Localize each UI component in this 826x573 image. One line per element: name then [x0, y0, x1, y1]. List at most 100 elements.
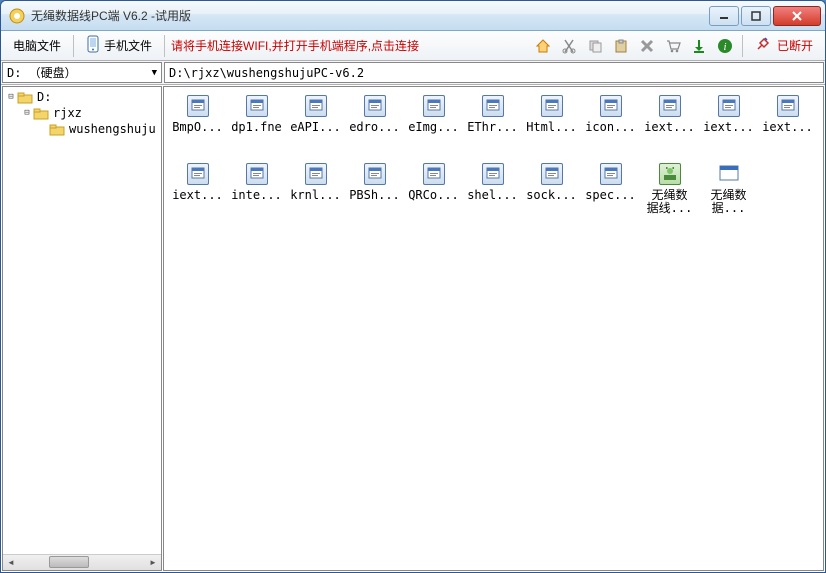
toolbar: 电脑文件 手机文件 请将手机连接WIFI,并打开手机端程序,点击连接 i 已断开: [1, 31, 825, 61]
tree-node-root[interactable]: ⊟ D:: [3, 89, 161, 105]
window-title: 无绳数据线PC端 V6.2 -试用版: [31, 7, 707, 24]
file-label: krnl...: [290, 189, 341, 202]
drive-selected: D: （硬盘）: [7, 64, 77, 81]
separator: [73, 35, 74, 57]
drive-dropdown[interactable]: D: （硬盘） ▼: [2, 62, 162, 83]
tree-label: D:: [37, 90, 51, 104]
file-label: BmpO...: [172, 121, 223, 134]
file-label: dp1.fne: [231, 121, 282, 134]
file-item[interactable]: iext...: [699, 95, 758, 155]
separator: [164, 35, 165, 57]
fne-file-icon: [364, 95, 386, 117]
file-label: iext...: [644, 121, 695, 134]
titlebar[interactable]: 无绳数据线PC端 V6.2 -试用版: [1, 1, 825, 31]
file-item[interactable]: sock...: [522, 163, 581, 223]
file-label: PBSh...: [349, 189, 400, 202]
file-label: edro...: [349, 121, 400, 134]
paste-icon[interactable]: [610, 35, 632, 57]
file-label: QRCo...: [408, 189, 459, 202]
file-label: inte...: [231, 189, 282, 202]
scrollbar-thumb[interactable]: [49, 556, 89, 568]
file-item[interactable]: icon...: [581, 95, 640, 155]
pc-files-tab[interactable]: 电脑文件: [7, 35, 67, 56]
cut-icon[interactable]: [558, 35, 580, 57]
file-item[interactable]: iext...: [640, 95, 699, 155]
home-icon[interactable]: [532, 35, 554, 57]
file-label: iext...: [172, 189, 223, 202]
file-item[interactable]: 无绳数 据线...: [640, 163, 699, 223]
file-label: icon...: [585, 121, 636, 134]
fne-file-icon: [600, 95, 622, 117]
minimize-button[interactable]: [709, 6, 739, 26]
fne-file-icon: [600, 163, 622, 185]
maximize-button[interactable]: [741, 6, 771, 26]
fne-file-icon: [482, 163, 504, 185]
window-controls: [707, 6, 821, 26]
tree-label: wushengshuju: [69, 122, 156, 136]
cart-icon[interactable]: [662, 35, 684, 57]
tree-node-rjxz[interactable]: ⊟ rjxz: [3, 105, 161, 121]
fne-file-icon: [541, 163, 563, 185]
file-item[interactable]: shel...: [463, 163, 522, 223]
file-label: Html...: [526, 121, 577, 134]
download-icon[interactable]: [688, 35, 710, 57]
file-item[interactable]: iext...: [168, 163, 227, 223]
collapse-toggle-icon[interactable]: ⊟: [21, 108, 33, 118]
file-label: EThr...: [467, 121, 518, 134]
file-item[interactable]: PBSh...: [345, 163, 404, 223]
scroll-right-icon[interactable]: ►: [145, 555, 161, 571]
file-label: iext...: [703, 121, 754, 134]
phone-icon: [86, 35, 100, 56]
connection-status[interactable]: 已断开: [749, 34, 819, 57]
file-item[interactable]: eAPI...: [286, 95, 345, 155]
info-icon[interactable]: i: [714, 35, 736, 57]
fne-file-icon: [187, 163, 209, 185]
path-input[interactable]: D:\rjxz\wushengshujuPC-v6.2: [164, 62, 824, 83]
file-label: eImg...: [408, 121, 459, 134]
close-button[interactable]: [773, 6, 821, 26]
tree-node-wushengshuju[interactable]: wushengshuju: [3, 121, 161, 137]
file-label: sock...: [526, 189, 577, 202]
fne-file-icon: [541, 95, 563, 117]
phone-files-label: 手机文件: [104, 37, 152, 54]
application-file-icon: [718, 163, 740, 185]
main-body: ⊟ D: ⊟ rjxz wushengshuju ◄ ►: [1, 85, 825, 572]
fne-file-icon: [482, 95, 504, 117]
scroll-left-icon[interactable]: ◄: [3, 555, 19, 571]
folder-tree[interactable]: ⊟ D: ⊟ rjxz wushengshuju ◄ ►: [2, 86, 162, 571]
phone-files-tab[interactable]: 手机文件: [80, 33, 158, 58]
file-label: shel...: [467, 189, 518, 202]
file-item[interactable]: dp1.fne: [227, 95, 286, 155]
file-item[interactable]: eImg...: [404, 95, 463, 155]
tree-label: rjxz: [53, 106, 82, 120]
file-label: spec...: [585, 189, 636, 202]
plug-icon: [755, 36, 771, 55]
fne-file-icon: [777, 95, 799, 117]
file-item[interactable]: 无绳数 据...: [699, 163, 758, 223]
copy-icon[interactable]: [584, 35, 606, 57]
file-item[interactable]: krnl...: [286, 163, 345, 223]
file-item[interactable]: EThr...: [463, 95, 522, 155]
collapse-toggle-icon[interactable]: ⊟: [5, 92, 17, 102]
file-item[interactable]: edro...: [345, 95, 404, 155]
file-item[interactable]: iext...: [758, 95, 817, 155]
file-item[interactable]: QRCo...: [404, 163, 463, 223]
fne-file-icon: [187, 95, 209, 117]
file-item[interactable]: spec...: [581, 163, 640, 223]
file-item[interactable]: BmpO...: [168, 95, 227, 155]
file-list-pane[interactable]: BmpO... dp1.fne eAPI... edro... eImg... EThr.…: [163, 86, 824, 571]
path-text: D:\rjxz\wushengshujuPC-v6.2: [169, 66, 364, 80]
fne-file-icon: [423, 163, 445, 185]
delete-icon[interactable]: [636, 35, 658, 57]
file-item[interactable]: inte...: [227, 163, 286, 223]
status-text: 已断开: [777, 37, 813, 54]
fne-file-icon: [246, 163, 268, 185]
svg-text:i: i: [723, 41, 726, 53]
file-item[interactable]: Html...: [522, 95, 581, 155]
fne-file-icon: [305, 163, 327, 185]
fne-file-icon: [305, 95, 327, 117]
dropdown-arrow-icon: ▼: [152, 68, 157, 78]
pc-files-label: 电脑文件: [13, 37, 61, 54]
file-label: iext...: [762, 121, 813, 134]
horizontal-scrollbar[interactable]: ◄ ►: [3, 554, 161, 570]
